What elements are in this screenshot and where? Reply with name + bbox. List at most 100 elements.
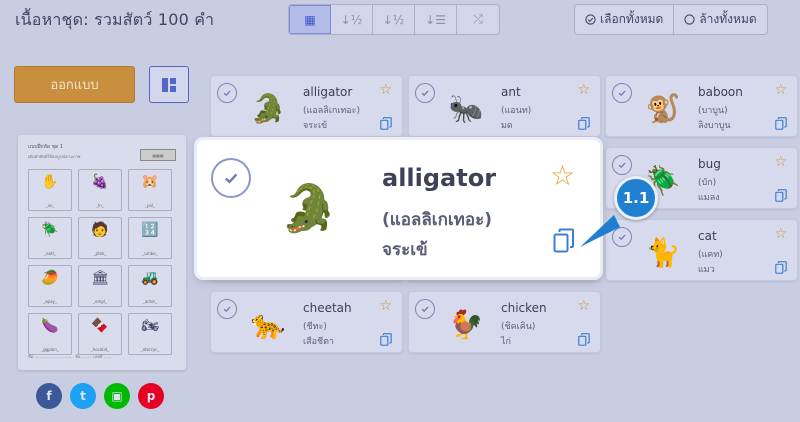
worksheet-picture: 🍫 bbox=[91, 318, 109, 334]
sort-lines-icon: ↓☰ bbox=[425, 12, 446, 27]
card-thai-meaning: จระเข้ bbox=[303, 121, 328, 131]
worksheet-picture: 🧑 bbox=[91, 222, 109, 238]
worksheet-word: _eatl_ bbox=[44, 251, 56, 256]
card-thai-meaning: จระเข้ bbox=[382, 240, 428, 260]
copy-icon[interactable] bbox=[380, 333, 392, 346]
check-icon bbox=[224, 173, 238, 184]
animal-image: 🐓 bbox=[448, 307, 484, 341]
favorite-star-icon[interactable]: ☆ bbox=[550, 162, 575, 190]
worksheet-word: _hocolat_ bbox=[90, 347, 110, 352]
facebook-share-button[interactable]: f bbox=[36, 383, 62, 409]
select-check-button[interactable] bbox=[217, 83, 237, 103]
card-pronunciation: (ชีทะ) bbox=[303, 322, 327, 332]
annotation-badge: 1.1 bbox=[614, 176, 658, 220]
copy-icon[interactable] bbox=[578, 333, 590, 346]
select-check-button[interactable] bbox=[217, 299, 237, 319]
copy-icon[interactable] bbox=[380, 117, 392, 130]
worksheet-cell: ✋ _an_ bbox=[28, 169, 72, 211]
pinterest-share-button[interactable]: p bbox=[138, 383, 164, 409]
worksheet-picture: 🪲 bbox=[41, 222, 59, 238]
copy-icon[interactable] bbox=[553, 228, 575, 254]
worksheet-footer: ชื่อ ............................... ชั้… bbox=[28, 354, 112, 359]
alligator-image: 🐊 bbox=[280, 180, 338, 235]
shuffle-icon: ⤮ bbox=[473, 12, 483, 26]
card-pronunciation: (ชิคเคิน) bbox=[501, 322, 536, 332]
select-check-button[interactable] bbox=[612, 83, 632, 103]
sort-desc-button[interactable]: ↓½ bbox=[373, 5, 415, 34]
vocab-card-chicken[interactable]: 🐓 chicken (ชิคเคิน) ไก่ ☆ bbox=[408, 291, 601, 353]
select-check-button[interactable] bbox=[612, 155, 632, 175]
vocab-card-cheetah[interactable]: 🐆 cheetah (ชีทะ) เสือชีตา ☆ bbox=[210, 291, 403, 353]
favorite-star-icon[interactable]: ☆ bbox=[774, 83, 787, 97]
copy-icon[interactable] bbox=[775, 189, 787, 202]
layout-button[interactable] bbox=[149, 66, 189, 103]
vocab-card-alligator[interactable]: 🐊 alligator (แอลลิเกเทอะ) จระเข้ ☆ bbox=[210, 75, 403, 137]
card-pronunciation: (แอลลิเกเทอะ) bbox=[303, 106, 361, 116]
card-pronunciation: (บาบูน) bbox=[698, 106, 728, 116]
worksheet-subtitle: เติมคำศัพท์ให้สมบูรณ์ตามภาพ bbox=[28, 154, 81, 159]
card-thai-meaning: แมลง bbox=[698, 193, 720, 203]
favorite-star-icon[interactable]: ☆ bbox=[774, 155, 787, 169]
select-check-button[interactable] bbox=[211, 158, 251, 198]
sort-numeric-desc-icon: ↓½ bbox=[382, 12, 405, 27]
twitter-icon: t bbox=[80, 389, 86, 403]
copy-icon[interactable] bbox=[578, 117, 590, 130]
vocab-card-ant[interactable]: 🐜 ant (แอนท) มด ☆ bbox=[408, 75, 601, 137]
worksheet-picture: ✋ bbox=[41, 174, 59, 190]
check-icon bbox=[421, 306, 429, 313]
grid-view-button[interactable]: ▦ bbox=[289, 5, 331, 34]
line-share-button[interactable]: ▣ bbox=[104, 383, 130, 409]
top-bar: เนื้อหาชุด: รวมสัตว์ 100 คำ ▦ ↓½ ↓½ ↓☰ ⤮… bbox=[0, 0, 800, 40]
copy-icon[interactable] bbox=[775, 117, 787, 130]
worksheet-cell: 🍇 _ln_ bbox=[78, 169, 122, 211]
worksheet-cell: 🐹 _pol_ bbox=[128, 169, 172, 211]
sort-asc-button[interactable]: ↓½ bbox=[331, 5, 373, 34]
twitter-share-button[interactable]: t bbox=[70, 383, 96, 409]
favorite-star-icon[interactable]: ☆ bbox=[577, 83, 590, 97]
layout-icon bbox=[162, 77, 176, 92]
worksheet-picture: 🏍 bbox=[141, 318, 159, 334]
card-word: cat bbox=[698, 229, 717, 243]
vocab-card-baboon[interactable]: 🐒 baboon (บาบูน) ลิงบาบูน ☆ bbox=[605, 75, 798, 137]
card-pronunciation: (บัก) bbox=[698, 178, 717, 188]
worksheet-word: _an_ bbox=[45, 203, 55, 208]
select-all-button[interactable]: เลือกทั้งหมด bbox=[575, 5, 675, 34]
page-title: เนื้อหาชุด: รวมสัตว์ 100 คำ bbox=[15, 10, 215, 29]
worksheet-picture: 🔢 bbox=[141, 222, 159, 238]
annotation-pointer bbox=[580, 215, 620, 247]
clear-all-button[interactable]: ล้างทั้งหมด bbox=[674, 5, 766, 34]
card-word: ant bbox=[501, 85, 521, 99]
highlighted-card[interactable]: 🐊 alligator (แอลลิเกเทอะ) จระเข้ ☆ bbox=[197, 140, 600, 277]
favorite-star-icon[interactable]: ☆ bbox=[379, 299, 392, 313]
shuffle-button[interactable]: ⤮ bbox=[457, 5, 499, 34]
animal-image: 🐈 bbox=[645, 235, 681, 269]
vocab-card-cat[interactable]: 🐈 cat (แคท) แมว ☆ bbox=[605, 219, 798, 281]
check-icon bbox=[223, 90, 231, 97]
share-bar: f t ▣ p bbox=[36, 383, 164, 409]
card-word: bug bbox=[698, 157, 721, 171]
select-check-button[interactable] bbox=[415, 299, 435, 319]
check-icon bbox=[421, 90, 429, 97]
worksheet-word: _otorcyc_ bbox=[140, 347, 160, 352]
worksheet-cell: 🥭 _apay_ bbox=[28, 265, 72, 307]
card-thai-meaning: มด bbox=[501, 121, 513, 131]
worksheet-cell: 🍆 _ggplan_ bbox=[28, 313, 72, 355]
favorite-star-icon[interactable]: ☆ bbox=[379, 83, 392, 97]
copy-icon[interactable] bbox=[775, 261, 787, 274]
worksheet-picture: 🚜 bbox=[141, 270, 159, 286]
favorite-star-icon[interactable]: ☆ bbox=[577, 299, 590, 313]
design-button[interactable]: ออกแบบ bbox=[14, 66, 135, 103]
select-check-button[interactable] bbox=[415, 83, 435, 103]
sort-lines-button[interactable]: ↓☰ bbox=[415, 5, 457, 34]
animal-image: 🐜 bbox=[448, 91, 484, 125]
worksheet-preview[interactable]: แบบฝึกหัด ชุด 1 เติมคำศัพท์ให้สมบูรณ์ตาม… bbox=[18, 135, 186, 370]
worksheet-grid: ✋ _an_ 🍇 _ln_ 🐹 _pol_ 🪲 _eatl_ 🧑 _ptek_ 🔢 _umbe_ 🥭 _a… bbox=[28, 169, 172, 355]
sort-toolbar: ▦ ↓½ ↓½ ↓☰ ⤮ bbox=[288, 4, 500, 35]
card-thai-meaning: เสือชีตา bbox=[303, 337, 334, 347]
worksheet-cell: 🏛 _empl_ bbox=[78, 265, 122, 307]
favorite-star-icon[interactable]: ☆ bbox=[774, 227, 787, 241]
circle-icon bbox=[684, 14, 695, 25]
worksheet-picture: 🥭 bbox=[41, 270, 59, 286]
select-all-label: เลือกทั้งหมด bbox=[600, 12, 664, 26]
check-icon bbox=[618, 90, 626, 97]
